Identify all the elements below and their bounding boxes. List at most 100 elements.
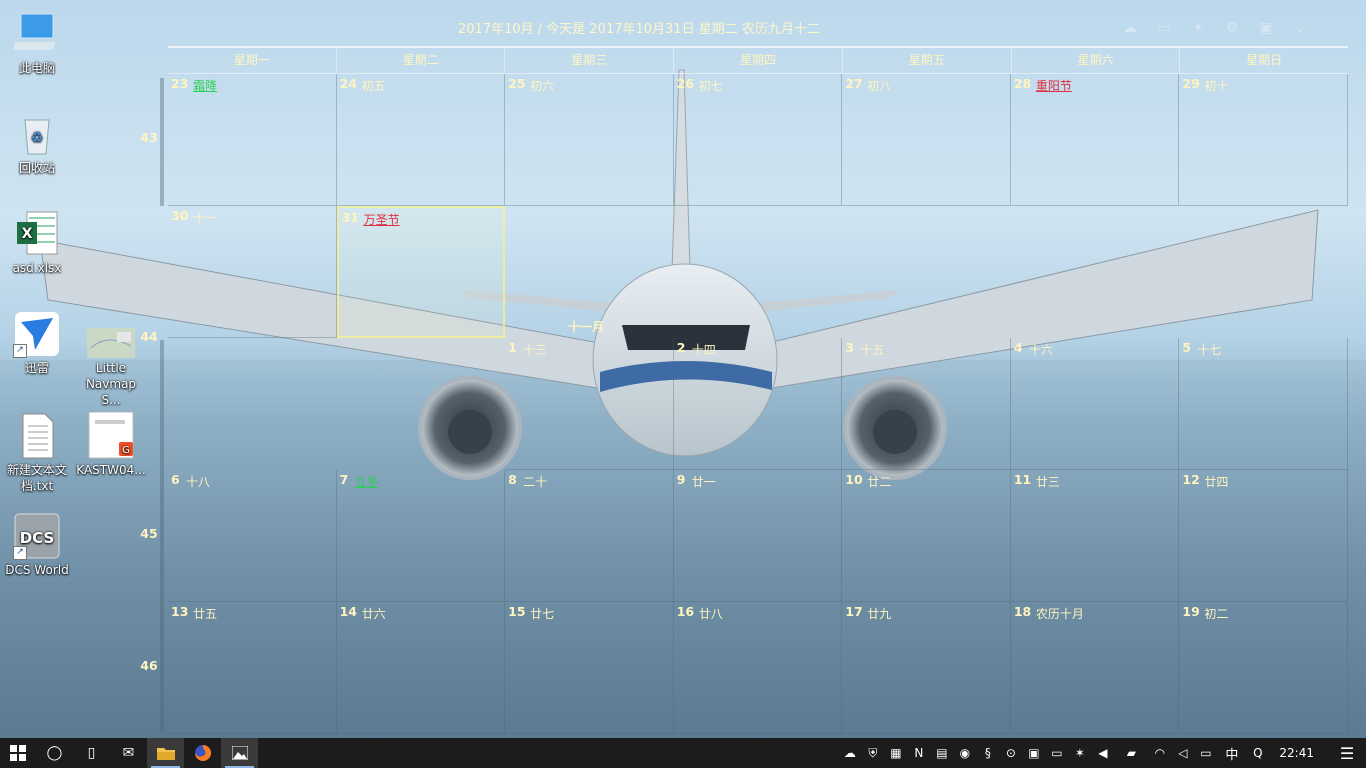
mail-button[interactable]: ✉ (110, 738, 147, 768)
onedrive-icon[interactable]: ☁ (838, 738, 861, 768)
layout-icon[interactable]: ▣ (1256, 18, 1276, 38)
start-icon (10, 745, 26, 761)
photos-button[interactable] (221, 738, 258, 768)
calendar-day[interactable]: 7 立冬 (336, 470, 506, 602)
ime-indicator[interactable]: 中 (1217, 744, 1246, 763)
file-explorer-button[interactable] (147, 738, 184, 768)
desktop-icon-label: DCS World (5, 563, 69, 577)
calendar-day[interactable]: 29 初十 (1179, 74, 1348, 206)
chevron-down-icon[interactable]: ⌄ (1290, 18, 1310, 38)
battery-icon[interactable]: ▭ (1194, 738, 1217, 768)
desktop-icon-label: KASTW04... (76, 463, 146, 477)
festival-label[interactable]: 万圣节 (364, 211, 400, 228)
start-button[interactable] (0, 738, 36, 768)
volume-icon[interactable]: ◁ (1171, 738, 1194, 768)
calendar-day[interactable]: 19 初二 (1179, 602, 1348, 734)
calendar-day[interactable]: 3 十五 (842, 338, 1011, 470)
lunar-date: 十一 (193, 211, 218, 225)
pin-icon[interactable]: ✦ (1188, 18, 1208, 38)
cloud-icon[interactable]: ☁ (1120, 18, 1140, 38)
calendar-day[interactable]: 4 十六 (1010, 338, 1180, 470)
app-grid-icon[interactable]: ▦ (884, 738, 907, 768)
volume-muted-icon[interactable]: ◀ (1091, 738, 1114, 768)
calendar-day[interactable]: 6 十八 (168, 470, 337, 602)
calendar-day[interactable]: 23 霜降 (168, 74, 337, 206)
wifi-icon[interactable]: ◠ (1148, 738, 1171, 768)
lunar-date: 十六 (1028, 343, 1053, 357)
calendar-day[interactable]: 9 廿一 (673, 470, 843, 602)
globe-icon[interactable]: ◉ (953, 738, 976, 768)
lunar-date: 十七 (1197, 343, 1222, 357)
calendar-day[interactable]: 14 廿六 (336, 602, 506, 734)
desktop-icon-dcs-world[interactable]: DCS ↗ DCS World (1, 512, 73, 578)
day-number: 29 (1182, 76, 1200, 91)
calendar-day[interactable]: 2 十四 (673, 338, 843, 470)
calendar-tray-icon[interactable]: ▤ (930, 738, 953, 768)
desktop-icon-kastw04[interactable]: G KASTW04... (75, 411, 147, 478)
calendar-day[interactable]: 18 农历十月 (1010, 602, 1180, 734)
calendar-day[interactable]: 25 初六 (505, 74, 674, 206)
day-number: 16 (676, 604, 695, 619)
desktop-icon-thunder[interactable]: ↗ 迅雷 (1, 310, 73, 376)
razer-icon[interactable]: § (976, 738, 999, 768)
calendar-grid: 23 霜降 24 初五 25 初六 26 初七 27 初八 28 重阳节 29 初十 30 十一 31 万圣节 1 十… (168, 74, 1348, 734)
svg-text:X: X (22, 226, 33, 242)
day-number: 1 (508, 340, 517, 355)
calendar-day[interactable]: 17 廿九 (842, 602, 1011, 734)
window-icon[interactable]: ▭ (1154, 18, 1174, 38)
calendar-day[interactable]: 10 廿二 (842, 470, 1011, 602)
day-number: 2 (676, 340, 686, 355)
navmap-icon (87, 328, 135, 358)
thunder-icon: ↗ (13, 310, 61, 358)
desktop-icon-label: 此电脑 (18, 61, 55, 75)
lunar-date: 廿八 (698, 607, 723, 621)
fox-icon[interactable]: ✶ (1068, 738, 1091, 768)
calendar-day[interactable]: 1 十三 (505, 338, 674, 470)
settings-icon[interactable]: ⚙ (1222, 18, 1242, 38)
day-number: 19 (1182, 604, 1200, 619)
calendar-day[interactable]: 26 初七 (673, 74, 843, 206)
calendar-day[interactable]: 30 十一 (168, 206, 337, 338)
day-number: 8 (508, 472, 517, 487)
monitor-icon[interactable]: ▭ (1045, 738, 1068, 768)
festival-label[interactable]: 立冬 (355, 473, 379, 490)
firefox-button[interactable] (184, 738, 221, 768)
week-number: 45 (140, 526, 158, 541)
svg-text:G: G (122, 445, 130, 456)
photos-icon (231, 746, 248, 760)
text-file-icon (13, 412, 61, 460)
desktop-icon-recycle-bin[interactable]: ♻ 回收站 (1, 110, 73, 176)
calendar-day[interactable]: 24 初五 (336, 74, 506, 206)
nvidia-icon[interactable]: ▰ (1114, 738, 1148, 768)
record-icon[interactable]: ⊙ (999, 738, 1022, 768)
festival-label[interactable]: 重阳节 (1036, 77, 1072, 94)
lunar-date: 廿三 (1035, 475, 1060, 489)
desktop-icon-new-text-file[interactable]: 新建文本文档.txt (1, 412, 73, 494)
desktop-icon-little-navmap[interactable]: Little Navmap S... (75, 328, 147, 408)
notification-center-icon[interactable]: ☰ (1328, 738, 1366, 768)
calendar-day[interactable]: 11 廿三 (1010, 470, 1180, 602)
defender-icon[interactable]: ⛨ (861, 738, 884, 768)
calendar-day[interactable]: 5 十七 (1179, 338, 1348, 470)
task-view-button[interactable]: ▯ (73, 738, 110, 768)
desktop-icon-asd-xlsx[interactable]: X asd.xlsx (1, 210, 73, 276)
day-number: 27 (845, 76, 863, 91)
shortcut-arrow-icon: ↗ (13, 344, 27, 358)
calendar-day[interactable]: 28 重阳节 (1010, 74, 1180, 206)
clock[interactable]: 22:41 (1269, 746, 1328, 760)
calendar-day-today[interactable]: 31 万圣节 (336, 206, 506, 338)
day-number: 26 (676, 76, 695, 91)
nx-icon[interactable]: N (907, 738, 930, 768)
calendar-day[interactable]: 12 廿四 (1179, 470, 1348, 602)
desktop-icon-computer[interactable]: 此电脑 (1, 10, 73, 76)
calendar-day[interactable]: 8 二十 (505, 470, 674, 602)
game-icon[interactable]: ▣ (1022, 738, 1045, 768)
quick-icon[interactable]: Q (1246, 738, 1269, 768)
calendar-day[interactable]: 15 廿七 (505, 602, 674, 734)
festival-label[interactable]: 霜降 (193, 77, 217, 94)
search-button[interactable]: ◯ (36, 738, 73, 768)
calendar-day[interactable]: 16 廿八 (673, 602, 843, 734)
shortcut-arrow-icon: ↗ (13, 546, 27, 560)
calendar-day[interactable]: 27 初八 (842, 74, 1011, 206)
calendar-day[interactable]: 13 廿五 (168, 602, 337, 734)
